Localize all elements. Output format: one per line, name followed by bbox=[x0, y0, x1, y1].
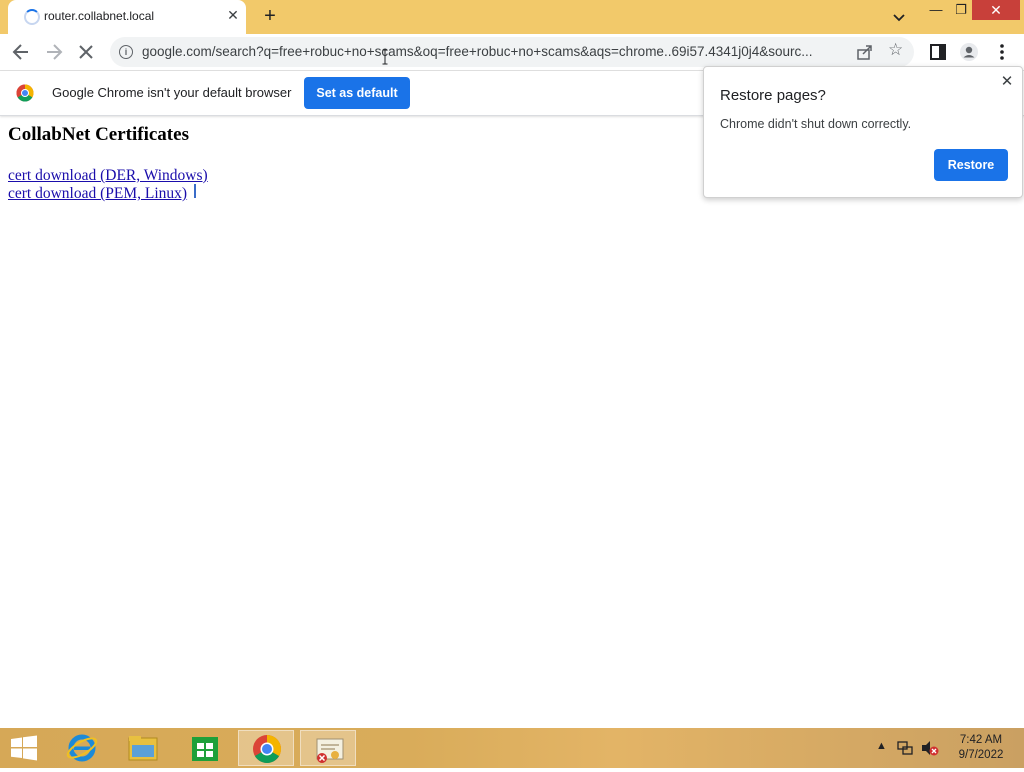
link-list: cert download (DER, Windows) cert downlo… bbox=[8, 167, 208, 203]
tab-search-chevron-icon[interactable] bbox=[890, 8, 908, 26]
file-explorer-taskbar-icon[interactable] bbox=[115, 730, 171, 766]
system-clock[interactable]: 7:42 AM 9/7/2022 bbox=[946, 733, 1016, 763]
close-tab-icon[interactable]: ✕ bbox=[225, 7, 241, 23]
forward-arrow-icon bbox=[47, 44, 63, 60]
clock-date: 9/7/2022 bbox=[958, 749, 1004, 761]
cert-download-der-link[interactable]: cert download (DER, Windows) bbox=[8, 167, 208, 185]
clock-time: 7:42 AM bbox=[959, 734, 1003, 746]
close-dialog-icon[interactable]: ✕ bbox=[998, 73, 1016, 91]
dialog-message: Chrome didn't shut down correctly. bbox=[720, 117, 912, 131]
back-button[interactable] bbox=[11, 42, 31, 62]
volume-muted-icon[interactable] bbox=[920, 739, 940, 757]
restore-button[interactable]: Restore bbox=[934, 149, 1008, 181]
share-icon[interactable] bbox=[856, 43, 874, 61]
chrome-logo-icon bbox=[16, 84, 34, 102]
browser-tab[interactable]: router.collabnet.local ✕ bbox=[8, 0, 246, 34]
show-hidden-icons-icon[interactable]: ▲ bbox=[876, 740, 887, 752]
close-window-button[interactable]: ✕ bbox=[972, 0, 1020, 20]
set-as-default-button[interactable]: Set as default bbox=[304, 77, 410, 109]
loading-spinner-icon bbox=[24, 9, 40, 25]
profile-avatar-icon[interactable] bbox=[959, 42, 979, 62]
network-icon[interactable] bbox=[896, 739, 914, 757]
site-info-icon[interactable]: i bbox=[119, 45, 133, 59]
page-content: CollabNet Certificates cert download (DE… bbox=[8, 124, 208, 203]
dialog-title: Restore pages? bbox=[720, 87, 826, 104]
folder-icon bbox=[128, 736, 158, 761]
infobar-message: Google Chrome isn't your default browser bbox=[52, 85, 292, 100]
certificate-app-taskbar-icon[interactable] bbox=[300, 730, 356, 766]
address-bar[interactable]: i google.com/search?q=free+robuc+no+scam… bbox=[110, 37, 914, 67]
title-bar: router.collabnet.local ✕ + — ❐ ✕ bbox=[0, 0, 1024, 34]
cert-download-pem-link[interactable]: cert download (PEM, Linux) bbox=[8, 185, 208, 203]
side-panel-icon[interactable] bbox=[928, 42, 948, 62]
forward-button[interactable] bbox=[44, 42, 64, 62]
restore-pages-dialog: Restore pages? Chrome didn't shut down c… bbox=[703, 66, 1023, 198]
text-cursor-icon bbox=[382, 49, 388, 65]
windows-start-icon[interactable] bbox=[10, 735, 38, 761]
chrome-icon bbox=[253, 735, 281, 763]
back-arrow-icon bbox=[12, 44, 28, 60]
bookmark-star-icon[interactable]: ☆ bbox=[888, 40, 903, 60]
chrome-taskbar-icon[interactable] bbox=[238, 730, 294, 766]
stop-loading-button[interactable] bbox=[76, 42, 96, 62]
windows-store-icon bbox=[192, 737, 218, 761]
windows-taskbar: ▲ 7:42 AM 9/7/2022 bbox=[0, 728, 1024, 768]
store-taskbar-icon[interactable] bbox=[177, 730, 233, 766]
tab-title: router.collabnet.local bbox=[44, 9, 155, 23]
internet-explorer-taskbar-icon[interactable] bbox=[54, 730, 110, 766]
url-text[interactable]: google.com/search?q=free+robuc+no+scams&… bbox=[142, 44, 852, 59]
new-tab-button[interactable]: + bbox=[259, 5, 281, 27]
certificate-error-icon bbox=[316, 738, 344, 763]
stop-icon bbox=[79, 45, 93, 59]
internet-explorer-icon bbox=[66, 734, 98, 762]
text-selection-caret bbox=[194, 184, 196, 198]
page-heading: CollabNet Certificates bbox=[8, 124, 189, 145]
more-menu-icon[interactable] bbox=[992, 42, 1012, 62]
